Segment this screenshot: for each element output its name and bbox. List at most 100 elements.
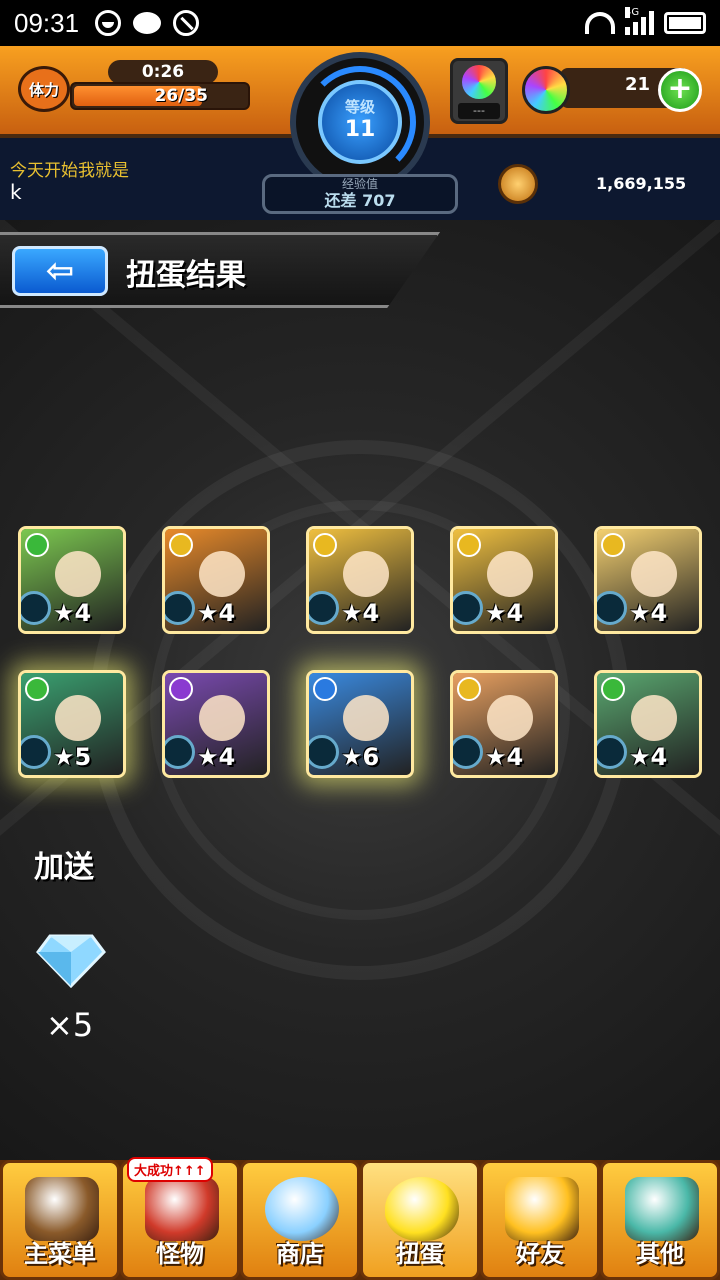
- element-icon: [313, 677, 337, 701]
- orb-count: 21: [624, 74, 650, 95]
- nav-tab-3[interactable]: 扭蛋: [360, 1160, 480, 1280]
- monster-face: [343, 695, 389, 741]
- rarity-stars: ★4: [197, 599, 236, 627]
- back-arrow-icon: ⇦: [45, 251, 75, 291]
- element-icon: [601, 677, 625, 701]
- element-icon: [169, 533, 193, 557]
- nav-tab-4[interactable]: 好友: [480, 1160, 600, 1280]
- element-icon: [169, 677, 193, 701]
- item-slot-value: ---: [458, 103, 500, 119]
- game-header: 体力 0:26 26/35 等级 11 经验值 还差 707 --- 21 + …: [0, 46, 720, 220]
- result-card[interactable]: ★4: [594, 670, 702, 778]
- result-card[interactable]: ★4: [18, 526, 126, 634]
- exp-box: 经验值 还差 707: [262, 174, 458, 214]
- nav-label: 其他: [636, 1240, 684, 1268]
- rarity-stars: ★4: [341, 599, 380, 627]
- monster-face: [487, 695, 533, 741]
- page-title: 扭蛋结果: [126, 258, 246, 293]
- status-bar: 09:31 4G: [0, 0, 720, 46]
- monster-face: [487, 551, 533, 597]
- result-card[interactable]: ★4: [594, 526, 702, 634]
- nav-label: 主菜单: [24, 1240, 96, 1268]
- monster-face: [631, 695, 677, 741]
- ability-icon: [453, 735, 483, 769]
- ability-icon: [309, 735, 339, 769]
- monster-face: [199, 551, 245, 597]
- battery-icon: [664, 12, 706, 34]
- ability-icon: [21, 735, 51, 769]
- ability-icon: [165, 735, 195, 769]
- stamina-badge: 体力: [18, 66, 70, 112]
- do-not-disturb-icon: [173, 10, 200, 36]
- message-icon: [133, 12, 162, 34]
- nav-tab-2[interactable]: 商店: [240, 1160, 360, 1280]
- result-card[interactable]: ★4: [162, 526, 270, 634]
- nav-tab-1[interactable]: 怪物 大成功↑↑↑: [120, 1157, 240, 1280]
- orb-icon: [522, 66, 570, 114]
- gacha-egg-icon: [385, 1177, 459, 1241]
- exp-label: 经验值: [341, 177, 378, 191]
- coin-icon: [498, 164, 538, 204]
- monster-face: [199, 695, 245, 741]
- bottom-nav: 主菜单 怪物 大成功↑↑↑ 商店 扭蛋 好友 其他: [0, 1157, 720, 1280]
- nav-badge: 大成功↑↑↑: [127, 1157, 213, 1182]
- shop-orb-icon: [265, 1177, 339, 1241]
- back-button[interactable]: ⇦: [12, 246, 108, 296]
- rarity-stars: ★4: [485, 599, 524, 627]
- exp-value: 还差 707: [324, 191, 396, 210]
- status-time: 09:31: [14, 7, 80, 38]
- stamina-value: 26/35: [154, 86, 208, 106]
- bonus-count: ×5: [46, 1006, 94, 1044]
- home-icon: [25, 1177, 99, 1241]
- other-icon: [625, 1177, 699, 1241]
- nav-label: 商店: [276, 1240, 324, 1268]
- rarity-stars: ★4: [53, 599, 92, 627]
- result-card[interactable]: ★5: [18, 670, 126, 778]
- rarity-stars: ★4: [629, 743, 668, 771]
- monster-icon: [145, 1177, 219, 1241]
- item-slot-button[interactable]: ---: [450, 58, 508, 124]
- nav-tab-5[interactable]: 其他: [600, 1160, 720, 1280]
- stamina-timer: 0:26: [108, 60, 218, 84]
- rarity-stars: ★4: [197, 743, 236, 771]
- result-card[interactable]: ★4: [450, 526, 558, 634]
- element-icon: [313, 533, 337, 557]
- monster-face: [55, 695, 101, 741]
- rarity-stars: ★5: [53, 743, 92, 771]
- message-name: k: [10, 180, 22, 204]
- rarity-stars: ★4: [485, 743, 524, 771]
- friends-icon: [505, 1177, 579, 1241]
- diamond-icon: [36, 934, 106, 988]
- ability-icon: [21, 591, 51, 625]
- bonus-label: 加送: [34, 850, 94, 885]
- stamina-bar: 26/35: [70, 82, 250, 110]
- rarity-stars: ★4: [629, 599, 668, 627]
- element-icon: [457, 533, 481, 557]
- nav-label: 扭蛋: [396, 1240, 444, 1268]
- result-card[interactable]: ★4: [306, 526, 414, 634]
- ability-icon: [597, 735, 627, 769]
- monster-face: [343, 551, 389, 597]
- message-text: 今天开始我就是: [10, 161, 129, 181]
- ability-icon: [165, 591, 195, 625]
- result-card[interactable]: ★4: [450, 670, 558, 778]
- level-label: 等级: [344, 98, 375, 116]
- ability-icon: [453, 591, 483, 625]
- gacha-results-screen: ⇦ 扭蛋结果 ★4 ★4 ★4 ★4 ★4 ★5 ★4 ★6 ★4 ★4 加送 ×5: [0, 220, 720, 1160]
- rarity-stars: ★6: [341, 743, 380, 771]
- notification-icon: [95, 10, 122, 36]
- ability-icon: [309, 591, 339, 625]
- nav-label: 怪物: [156, 1240, 204, 1268]
- level-value: 11: [344, 117, 376, 142]
- nav-label: 好友: [516, 1240, 564, 1268]
- result-card[interactable]: ★6: [306, 670, 414, 778]
- add-orbs-button[interactable]: +: [658, 68, 702, 112]
- result-card[interactable]: ★4: [162, 670, 270, 778]
- level-ring: 等级 11: [290, 52, 430, 192]
- element-icon: [25, 533, 49, 557]
- element-icon: [457, 677, 481, 701]
- monster-face: [631, 551, 677, 597]
- element-icon: [601, 533, 625, 557]
- nav-tab-0[interactable]: 主菜单: [0, 1160, 120, 1280]
- monster-face: [55, 551, 101, 597]
